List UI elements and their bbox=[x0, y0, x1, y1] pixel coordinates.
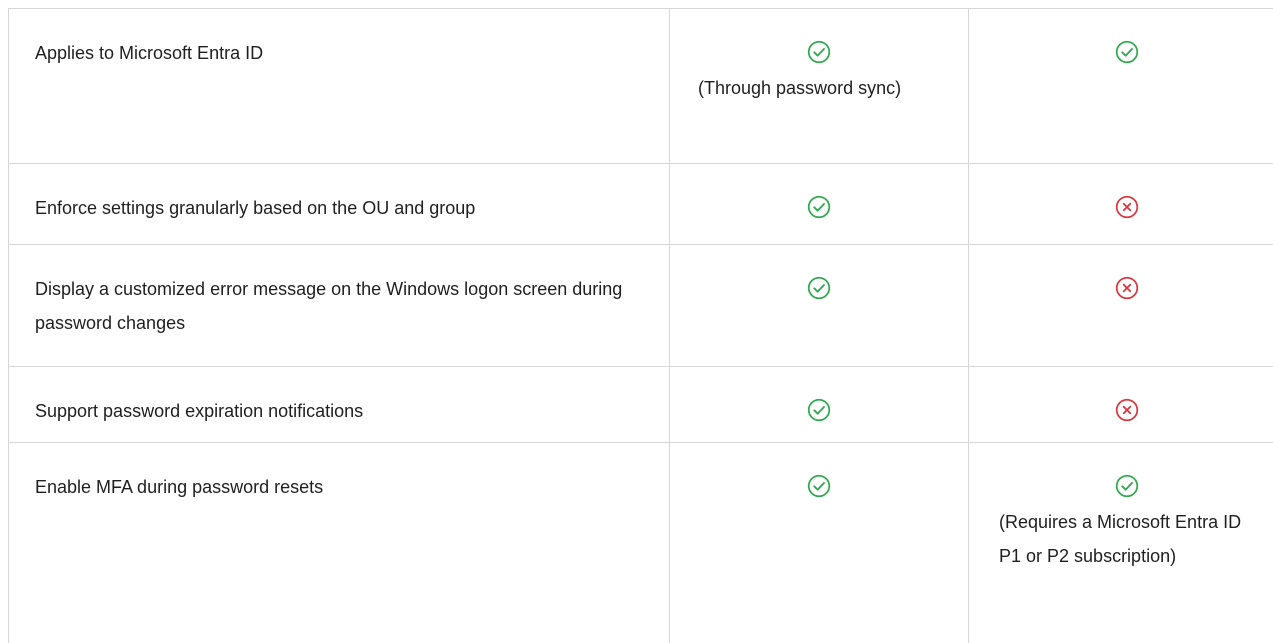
feature-label: Applies to Microsoft Entra ID bbox=[9, 9, 670, 164]
table-row: Enable MFA during password resets (Requi… bbox=[9, 443, 1273, 643]
product-a-cell bbox=[670, 443, 969, 643]
feature-label: Enforce settings granularly based on the… bbox=[9, 164, 670, 245]
x-circle-icon bbox=[1114, 194, 1140, 220]
product-a-cell: (Through password sync) bbox=[670, 9, 969, 164]
product-b-cell bbox=[969, 245, 1273, 367]
product-b-cell bbox=[969, 9, 1273, 164]
comparison-table: Applies to Microsoft Entra ID (Through p… bbox=[8, 8, 1273, 643]
feature-label: Enable MFA during password resets bbox=[9, 443, 670, 643]
x-circle-icon bbox=[1114, 397, 1140, 423]
product-b-cell bbox=[969, 164, 1273, 245]
table-row: Applies to Microsoft Entra ID (Through p… bbox=[9, 9, 1273, 164]
feature-label: Support password expiration notification… bbox=[9, 367, 670, 443]
product-b-note: (Requires a Microsoft Entra ID P1 or P2 … bbox=[969, 505, 1259, 573]
check-circle-icon bbox=[806, 194, 832, 220]
feature-label: Display a customized error message on th… bbox=[9, 245, 670, 367]
check-circle-icon bbox=[806, 275, 832, 301]
check-circle-icon bbox=[1114, 473, 1140, 499]
table-row: Enforce settings granularly based on the… bbox=[9, 164, 1273, 245]
product-a-note: (Through password sync) bbox=[670, 71, 938, 105]
product-a-cell bbox=[670, 245, 969, 367]
product-b-cell: (Requires a Microsoft Entra ID P1 or P2 … bbox=[969, 443, 1273, 643]
check-circle-icon bbox=[1114, 39, 1140, 65]
x-circle-icon bbox=[1114, 275, 1140, 301]
product-a-cell bbox=[670, 164, 969, 245]
table-row: Display a customized error message on th… bbox=[9, 245, 1273, 367]
table-row: Support password expiration notification… bbox=[9, 367, 1273, 443]
product-a-cell bbox=[670, 367, 969, 443]
check-circle-icon bbox=[806, 397, 832, 423]
product-b-cell bbox=[969, 367, 1273, 443]
check-circle-icon bbox=[806, 39, 832, 65]
check-circle-icon bbox=[806, 473, 832, 499]
